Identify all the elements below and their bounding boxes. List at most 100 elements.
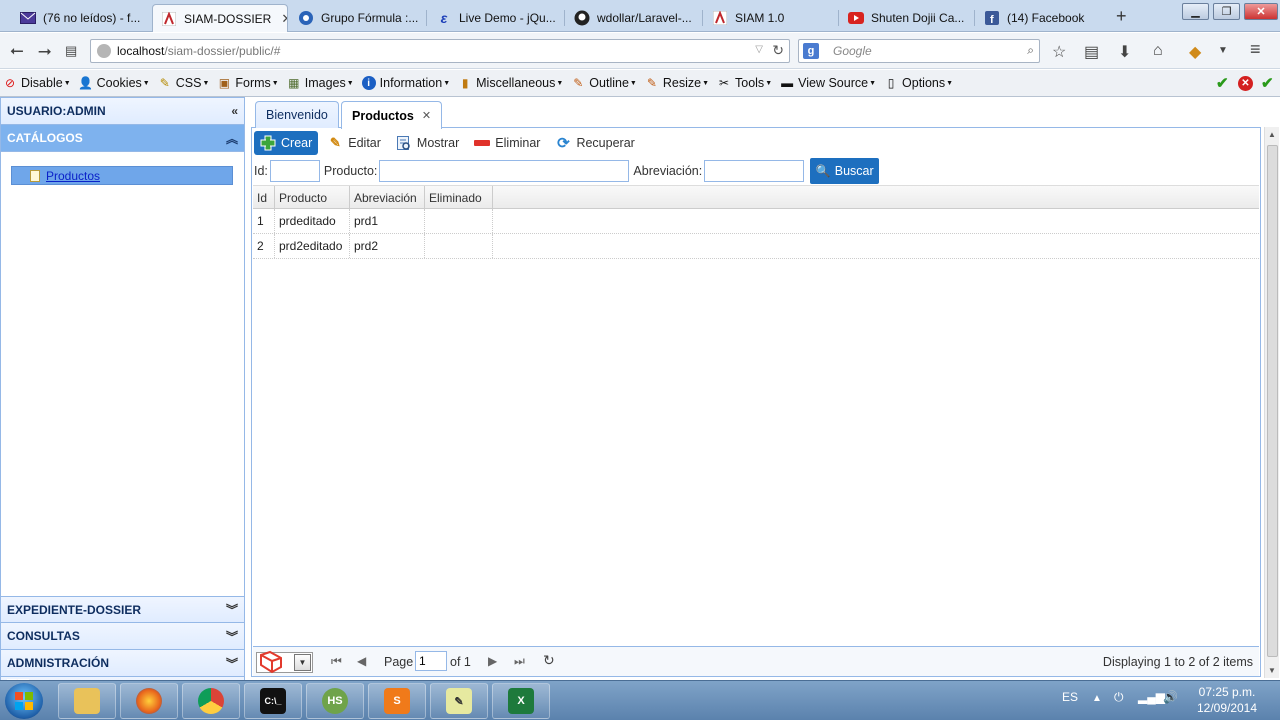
accordion-catalogos[interactable]: CATÁLOGOS ︽ (1, 125, 244, 152)
table-row[interactable]: 1 prdeditado prd1 (253, 209, 1259, 234)
show-hidden-icons-icon[interactable]: ▲ (1092, 693, 1102, 704)
id-input[interactable] (269, 160, 320, 182)
devbar-outline[interactable]: ✎ Outline ▼ (571, 76, 637, 90)
editar-button[interactable]: ✎ Editar (321, 131, 387, 155)
accordion-administracion[interactable]: ADMNISTRACIÓN ︾ (1, 650, 244, 677)
taskbar-excel[interactable]: X (492, 683, 550, 719)
menu-icon[interactable]: ≡ (1250, 39, 1261, 60)
chevron-down-icon[interactable]: ▼ (1218, 45, 1228, 56)
close-tab-icon[interactable]: ✕ (281, 11, 287, 27)
start-button[interactable] (5, 683, 43, 719)
devbar-view-source[interactable]: ▬ View Source ▼ (780, 76, 876, 90)
power-plug-icon[interactable]: ⏻ (1114, 690, 1124, 705)
close-window-button[interactable]: ✕ (1244, 3, 1278, 20)
tree-item-productos[interactable]: Productos (11, 166, 233, 185)
devbar-miscellaneous[interactable]: ▮ Miscellaneous ▼ (458, 76, 563, 90)
chevron-down-icon[interactable]: ︾ (226, 601, 238, 618)
browser-tab-siam[interactable]: SIAM 1.0 (704, 4, 838, 32)
recuperar-button[interactable]: ⟳ Recuperar (549, 131, 640, 155)
checkmark-icon[interactable]: ✔ (1216, 74, 1229, 92)
home-icon[interactable]: ⌂ (1153, 42, 1163, 60)
collapse-left-icon[interactable]: « (231, 104, 238, 118)
tab-bienvenido[interactable]: Bienvenido (255, 101, 339, 128)
accordion-expediente-dossier[interactable]: EXPEDIENTE-DOSSIER ︾ (1, 596, 244, 623)
mostrar-button[interactable]: Mostrar (390, 131, 465, 155)
scroll-down-icon[interactable]: ▼ (1268, 666, 1276, 675)
page-icon[interactable]: ▤ (65, 43, 77, 59)
abreviacion-input[interactable] (704, 160, 805, 182)
download-icon[interactable]: ⬇ (1118, 42, 1131, 62)
maximize-button[interactable]: ❐ (1213, 3, 1240, 20)
eliminar-button[interactable]: Eliminar (468, 131, 546, 155)
taskbar-firefox[interactable] (120, 683, 178, 719)
taskbar-sublime[interactable]: S (368, 683, 426, 719)
new-tab-button[interactable]: + (1116, 6, 1127, 27)
search-bar[interactable]: g Google ⌕ (798, 39, 1040, 63)
devbar-images[interactable]: ▦ Images ▼ (287, 76, 354, 90)
column-header-abreviacion[interactable]: Abreviación (350, 186, 425, 209)
system-clock[interactable]: 07:25 p.m. 12/09/2014 (1192, 684, 1262, 716)
next-page-icon[interactable]: ▶ (488, 654, 497, 668)
vertical-scrollbar[interactable]: ▲ ▼ (1264, 127, 1279, 678)
devbar-disable[interactable]: ⊘ Disable ▼ (3, 76, 71, 90)
devbar-information[interactable]: i Information ▼ (361, 76, 450, 90)
browser-tab-facebook[interactable]: f (14) Facebook (976, 4, 1110, 32)
chevron-down-icon[interactable]: ︾ (226, 628, 238, 645)
bookmarks-list-icon[interactable]: ▤ (1084, 42, 1099, 62)
browser-tab-mail[interactable]: (76 no leídos) - f... (12, 4, 152, 32)
network-signal-icon[interactable]: ▂▄▆ (1138, 690, 1165, 704)
devbar-tools[interactable]: ✂ Tools ▼ (717, 76, 772, 90)
chevron-up-icon[interactable]: ︽ (226, 130, 238, 147)
back-arrow-icon[interactable]: ⭠ (10, 41, 24, 61)
sidebar: USUARIO:ADMIN « CATÁLOGOS ︽ Productos EX… (0, 97, 245, 704)
language-indicator[interactable]: ES (1062, 690, 1078, 704)
last-page-icon[interactable]: ⏭ (514, 654, 525, 669)
error-icon[interactable]: ✕ (1238, 76, 1253, 91)
reload-icon[interactable]: ↻ (772, 42, 784, 59)
bookmark-star-icon[interactable]: ☆ (1052, 42, 1066, 62)
tab-productos[interactable]: Productos ✕ (341, 101, 443, 129)
browser-tab-youtube[interactable]: Shuten Dojii Ca... (840, 4, 974, 32)
browser-tab-github[interactable]: wdollar/Laravel-... (566, 4, 702, 32)
forward-arrow-icon[interactable]: ⭢ (38, 41, 52, 61)
column-header-eliminado[interactable]: Eliminado (425, 186, 493, 209)
browser-tab-siam-dossier[interactable]: SIAM-DOSSIER ✕ (152, 4, 288, 32)
taskbar-editor[interactable]: ✎ (430, 683, 488, 719)
crear-button[interactable]: Crear (254, 131, 319, 155)
search-icon[interactable]: ⌕ (1027, 43, 1034, 58)
devbar-resize[interactable]: ✎ Resize ▼ (645, 76, 709, 90)
accordion-consultas[interactable]: CONSULTAS ︾ (1, 623, 244, 650)
taskbar-explorer[interactable] (58, 683, 116, 719)
addon-icon[interactable]: ◆ (1189, 42, 1201, 62)
prev-page-icon[interactable]: ◀ (357, 654, 366, 668)
taskbar-cmd[interactable]: C:\_ (244, 683, 302, 719)
page-number-input[interactable] (415, 651, 447, 671)
taskbar-chrome[interactable] (182, 683, 240, 719)
volume-icon[interactable]: 🔊 (1163, 690, 1178, 704)
devbar-css[interactable]: ✎ CSS ▼ (158, 76, 210, 90)
table-row[interactable]: 2 prd2editado prd2 (253, 234, 1259, 259)
reload-icon[interactable]: ↻ (543, 652, 555, 669)
minimize-button[interactable]: ▁ (1182, 3, 1209, 20)
column-header-producto[interactable]: Producto (275, 186, 350, 209)
first-page-icon[interactable]: ⏮ (331, 654, 342, 669)
scroll-up-icon[interactable]: ▲ (1268, 130, 1276, 139)
checkmark-icon[interactable]: ✔ (1261, 74, 1274, 92)
taskbar-heidisql[interactable]: HS (306, 683, 364, 719)
tree-item-label[interactable]: Productos (46, 169, 100, 183)
dropdown-arrow-icon[interactable]: ▽ (755, 44, 763, 55)
producto-input[interactable] (379, 160, 630, 182)
browser-tab-live-demo[interactable]: ε Live Demo - jQu... (428, 4, 564, 32)
browser-tab-grupo-formula[interactable]: Grupo Fórmula :... (290, 4, 424, 32)
close-tab-icon[interactable]: ✕ (422, 109, 431, 122)
devbar-cookies[interactable]: 👤 Cookies ▼ (78, 76, 150, 90)
devbar-options[interactable]: ▯ Options ▼ (884, 76, 953, 90)
chevron-down-icon[interactable]: ︾ (226, 655, 238, 672)
scroll-thumb[interactable] (1267, 145, 1278, 657)
chevron-down-icon[interactable]: ▼ (294, 654, 311, 671)
buscar-button[interactable]: 🔍 Buscar (810, 158, 880, 184)
column-header-id[interactable]: Id (253, 186, 275, 209)
devbar-forms[interactable]: ▣ Forms ▼ (217, 76, 279, 90)
page-size-select[interactable]: ▼ (256, 650, 313, 674)
url-bar[interactable]: localhost/siam-dossier/public/# ▽ ↻ (90, 39, 790, 63)
